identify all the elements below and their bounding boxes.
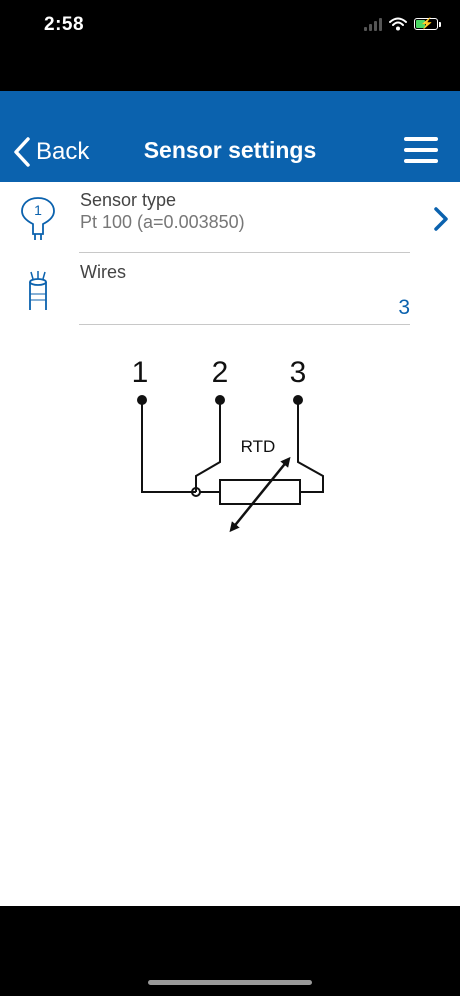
hamburger-menu-icon[interactable] xyxy=(404,137,438,165)
home-indicator[interactable] xyxy=(148,980,312,985)
wire-1 xyxy=(141,400,196,493)
sensor-type-title: Sensor type xyxy=(80,190,177,210)
status-bar: 2:58 ⚡ xyxy=(0,0,460,52)
charging-bolt-icon: ⚡ xyxy=(420,18,434,30)
chevron-right-icon xyxy=(434,207,448,231)
signal-icon xyxy=(364,17,382,31)
sensor-probe-icon: 1 xyxy=(21,197,55,240)
wires-title: Wires xyxy=(80,262,126,282)
content-area: 1 Sensor type Pt 100 (a=0.003850) Wires … xyxy=(0,182,460,906)
wifi-icon xyxy=(389,17,407,31)
wire-3 xyxy=(297,400,324,493)
device-notch xyxy=(118,0,344,34)
terminal-label-3: 3 xyxy=(290,356,307,389)
row-divider xyxy=(79,324,410,325)
status-time: 2:58 xyxy=(44,14,85,35)
rtd-wiring-diagram: 1 2 3 RTD xyxy=(132,356,324,533)
status-icons: ⚡ xyxy=(364,14,441,34)
wires-value: 3 xyxy=(398,296,410,319)
wire-2 xyxy=(195,400,221,492)
terminal-label-2: 2 xyxy=(212,356,229,389)
navigation-bar: Back Sensor settings xyxy=(0,91,460,182)
rtd-label: RTD xyxy=(241,437,276,456)
wires-row[interactable]: Wires 3 xyxy=(0,254,460,326)
battery-charging-icon: ⚡ xyxy=(414,18,441,30)
wires-icon xyxy=(29,271,47,310)
page-title: Sensor settings xyxy=(143,137,317,163)
row-divider xyxy=(79,252,410,253)
rtd-resistor xyxy=(219,479,301,505)
sensor-probe-icon-label: 1 xyxy=(34,202,42,218)
sensor-type-row[interactable]: 1 Sensor type Pt 100 (a=0.003850) xyxy=(0,182,460,254)
sensor-type-value: Pt 100 (a=0.003850) xyxy=(80,212,245,232)
terminal-label-1: 1 xyxy=(132,356,149,389)
